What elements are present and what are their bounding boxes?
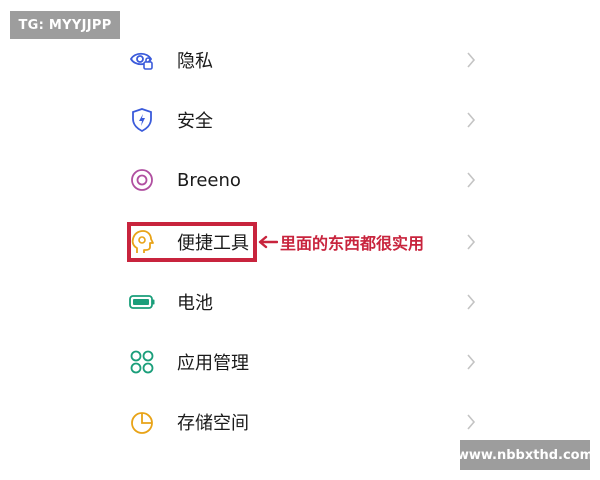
security-shield-icon — [127, 105, 157, 135]
storage-pie-icon — [127, 407, 157, 437]
settings-item-breeno[interactable]: Breeno — [127, 158, 482, 202]
chevron-right-icon — [467, 234, 476, 250]
settings-item-label: Breeno — [177, 169, 241, 191]
settings-item-battery[interactable]: 电池 — [127, 280, 482, 324]
app-management-grid-icon — [127, 347, 157, 377]
chevron-right-icon — [467, 112, 476, 128]
settings-item-label: 隐私 — [177, 51, 213, 72]
battery-icon — [127, 287, 157, 317]
breeno-ring-icon — [127, 165, 157, 195]
chevron-right-icon — [467, 52, 476, 68]
chevron-right-icon — [467, 172, 476, 188]
annotation-text: 里面的东西都很实用 — [280, 234, 425, 253]
settings-item-label: 安全 — [177, 111, 213, 132]
settings-item-security[interactable]: 安全 — [127, 98, 482, 142]
chevron-right-icon — [467, 414, 476, 430]
chevron-right-icon — [467, 294, 476, 310]
settings-item-label: 应用管理 — [177, 353, 249, 374]
settings-item-label: 存储空间 — [177, 413, 249, 434]
arrow-left-icon — [258, 235, 278, 249]
privacy-eye-lock-icon — [127, 45, 157, 75]
annotation: 里面的东西都很实用 — [258, 229, 424, 255]
settings-item-privacy[interactable]: 隐私 — [127, 38, 482, 82]
watermark-bottom: www.nbbxthd.com — [457, 440, 593, 470]
settings-item-label: 电池 — [177, 293, 213, 314]
settings-item-storage[interactable]: 存储空间 — [127, 400, 482, 444]
settings-item-label: 便捷工具 — [177, 233, 249, 254]
chevron-right-icon — [467, 354, 476, 370]
convenience-tools-head-icon — [127, 227, 157, 257]
settings-item-app-management[interactable]: 应用管理 — [127, 340, 482, 384]
